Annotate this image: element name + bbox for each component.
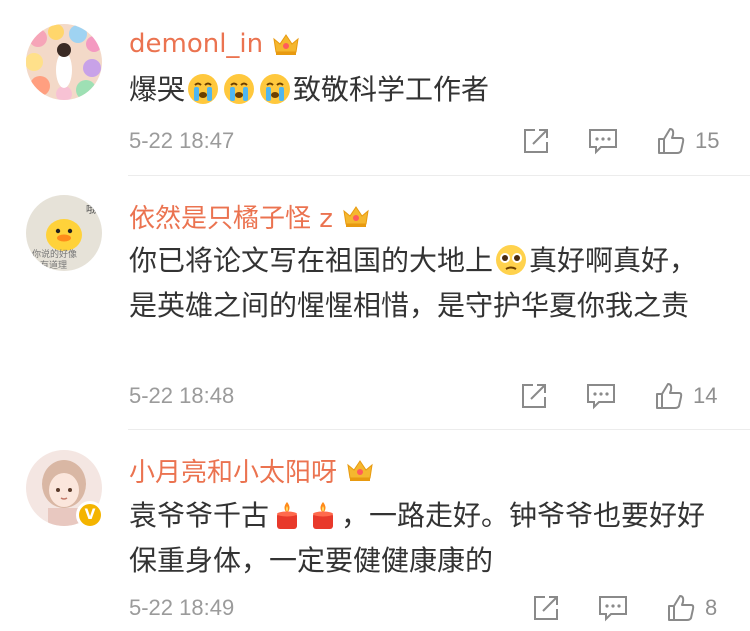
share-button[interactable]	[521, 125, 551, 157]
like-icon	[656, 383, 683, 409]
comment-3: V 小月亮和小太阳呀 袁爷爷千古 ，一路走好。钟爷爷也要好好保重身体，一定要健健康…	[0, 430, 750, 631]
crying-face-icon	[223, 73, 255, 105]
comment-meta: 5-22 18:48 14	[129, 380, 750, 412]
candle-icon	[271, 499, 303, 531]
reply-button[interactable]	[597, 592, 629, 624]
avatar-caption: 你说的好像	[32, 248, 77, 260]
verified-badge: V	[76, 501, 104, 529]
username-row: demonl_in	[129, 27, 301, 61]
comment-text: 你已将论文写在祖国的大地上 真好啊真好，是英雄之间的惺惺相惜，是守护华夏你我之责	[129, 238, 714, 328]
comment-icon	[599, 596, 627, 622]
username-row: 小月亮和小太阳呀	[129, 452, 375, 489]
like-icon	[668, 595, 695, 621]
pleading-face-icon	[495, 244, 527, 276]
username[interactable]: demonl_in	[129, 29, 263, 59]
like-button[interactable]: 14	[653, 380, 717, 412]
username[interactable]: 依然是只橘子怪 z	[129, 198, 333, 235]
candle-icon	[307, 499, 339, 531]
share-button[interactable]	[519, 380, 549, 412]
vip-crown-icon	[271, 31, 301, 57]
share-icon	[524, 129, 548, 153]
avatar[interactable]: 哦 你说的好像 有道理	[26, 195, 102, 271]
timestamp: 5-22 18:48	[129, 383, 235, 408]
comment-text-part: 袁爷爷千古	[129, 499, 270, 532]
comment-icon	[589, 129, 617, 155]
like-button[interactable]: 15	[655, 125, 719, 157]
comment-text: 爆哭 致敬科学工作者	[129, 67, 729, 112]
username[interactable]: 小月亮和小太阳呀	[129, 452, 337, 489]
comment-text-part: 致敬科学工作者	[293, 73, 490, 106]
like-count: 14	[693, 383, 718, 408]
comment-icon	[587, 384, 615, 410]
like-button[interactable]: 8	[665, 592, 717, 624]
like-icon	[658, 128, 685, 154]
avatar-caption: 哦	[86, 204, 96, 216]
comment-text: 袁爷爷千古 ，一路走好。钟爷爷也要好好保重身体，一定要健健康康的	[129, 493, 719, 583]
comment-2: 哦 你说的好像 有道理 依然是只橘子怪 z 你已将论文写在祖国的大地上 真好啊真好…	[0, 176, 750, 429]
share-icon	[522, 384, 546, 408]
avatar[interactable]	[26, 24, 102, 100]
reply-button[interactable]	[585, 380, 617, 412]
vip-crown-icon	[345, 457, 375, 483]
username-row: 依然是只橘子怪 z	[129, 198, 371, 235]
vip-crown-icon	[341, 203, 371, 229]
comment-text-part: 你已将论文写在祖国的大地上	[129, 244, 494, 277]
timestamp: 5-22 18:49	[129, 595, 235, 620]
comment-meta: 5-22 18:47 15	[129, 125, 750, 157]
like-count: 8	[705, 595, 718, 620]
crying-face-icon	[187, 73, 219, 105]
timestamp: 5-22 18:47	[129, 128, 235, 153]
reply-button[interactable]	[587, 125, 619, 157]
comment-meta: 5-22 18:49 8	[129, 592, 750, 624]
like-count: 15	[695, 128, 720, 153]
avatar-caption: 有道理	[40, 259, 67, 271]
comment-text-part: 爆哭	[129, 73, 186, 106]
crying-face-icon	[259, 73, 291, 105]
share-button[interactable]	[531, 592, 561, 624]
comment-1: demonl_in 爆哭 致敬科学工作者 5-22 18:47 15	[0, 0, 750, 175]
share-icon	[534, 596, 558, 620]
